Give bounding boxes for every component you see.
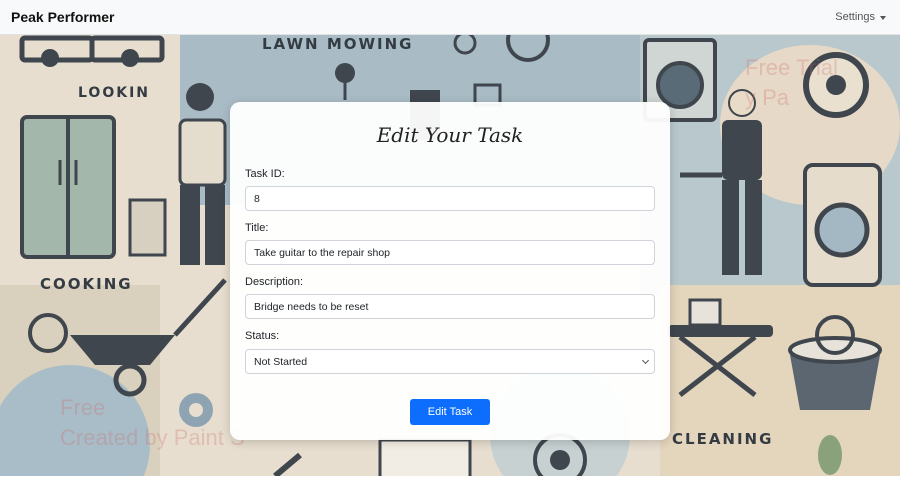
settings-label: Settings bbox=[835, 11, 875, 23]
description-input[interactable]: Bridge needs to be reset bbox=[245, 294, 655, 319]
description-label: Description: bbox=[245, 276, 304, 288]
brand-title[interactable]: Peak Performer bbox=[11, 9, 115, 25]
watermark-tr-line-2: y Pa bbox=[745, 85, 790, 110]
bg-text-cooking: COOKING bbox=[40, 275, 133, 293]
watermark-line-1: Free bbox=[60, 395, 106, 420]
watermark: Free Created by Paint S bbox=[60, 393, 245, 453]
task-id-label: Task ID: bbox=[245, 168, 285, 180]
settings-dropdown[interactable]: Settings bbox=[835, 11, 886, 23]
chevron-down-icon bbox=[641, 356, 650, 364]
watermark-top-right: Free Trial y Pa bbox=[745, 53, 838, 113]
edit-task-card: Edit Your Task Task ID: 8 Title: Take gu… bbox=[230, 102, 670, 440]
status-label: Status: bbox=[245, 330, 280, 342]
status-select[interactable]: Not Started bbox=[245, 349, 655, 374]
bg-text-lookin: LOOKIN bbox=[78, 85, 150, 101]
caret-down-icon bbox=[880, 15, 886, 20]
bg-text-lawn-mowing: LAWN MOWING bbox=[262, 35, 414, 53]
watermark-tr-line-1: Free Trial bbox=[745, 55, 838, 80]
title-label: Title: bbox=[245, 222, 269, 234]
edit-task-button[interactable]: Edit Task bbox=[410, 399, 490, 425]
page-bottom bbox=[0, 476, 900, 500]
task-id-input[interactable]: 8 bbox=[245, 186, 655, 211]
watermark-line-2: Created by Paint S bbox=[60, 425, 245, 450]
status-select-value: Not Started bbox=[254, 355, 308, 368]
title-input[interactable]: Take guitar to the repair shop bbox=[245, 240, 655, 265]
form-title: Edit Your Task bbox=[376, 123, 524, 147]
bg-text-cleaning: CLEANING bbox=[672, 430, 774, 448]
navbar: Peak Performer Settings bbox=[0, 0, 900, 35]
